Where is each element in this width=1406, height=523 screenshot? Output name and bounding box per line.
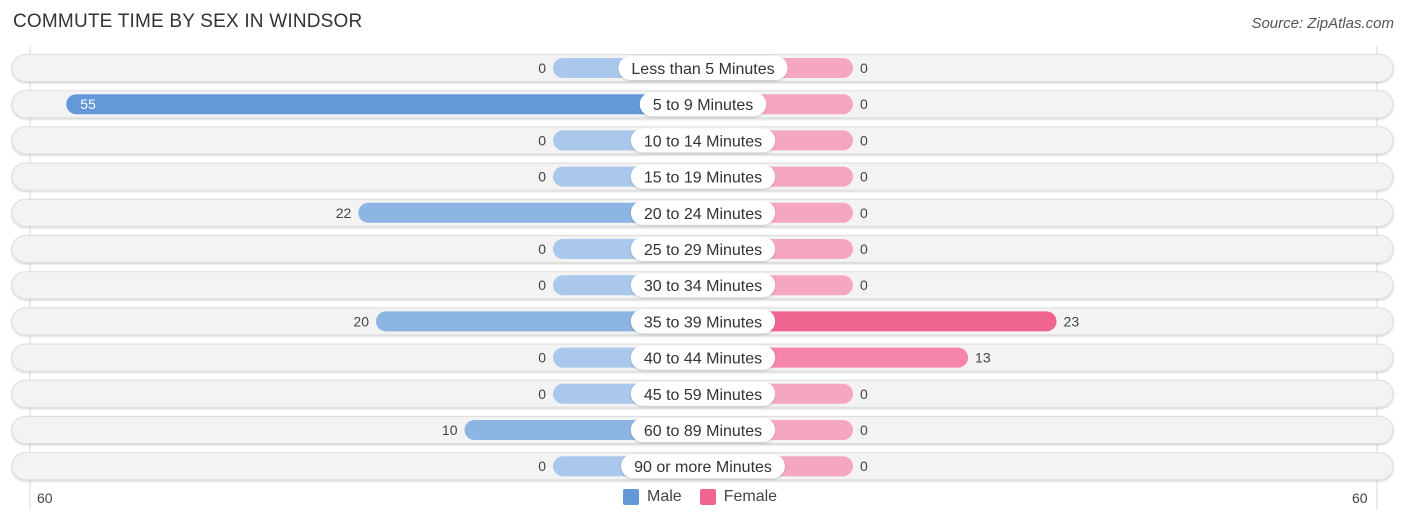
male-value-label: 22: [336, 205, 352, 221]
chart: Less than 5 Minutes 0 0 5 to 9 Minutes 55 0 10…: [11, 46, 1394, 510]
category-label: 20 to 24 Minutes: [644, 206, 762, 223]
legend-item-female: Female: [699, 488, 778, 506]
legend-label-male: Male: [647, 488, 682, 505]
male-value-label: 20: [353, 313, 369, 329]
axis-right-label: 60: [1352, 490, 1368, 506]
category-label: 90 or more Minutes: [634, 459, 772, 476]
male-bar: [66, 94, 703, 115]
male-value-label: 0: [538, 458, 546, 474]
male-value-label: 0: [538, 169, 546, 185]
male-value-label: 0: [538, 386, 546, 402]
category-label: 35 to 39 Minutes: [644, 314, 762, 331]
category-label: 30 to 34 Minutes: [644, 278, 762, 295]
category-label: 45 to 59 Minutes: [644, 387, 762, 404]
category-label: 10 to 14 Minutes: [644, 133, 762, 150]
female-value-label: 13: [975, 350, 991, 366]
category-label: 40 to 44 Minutes: [644, 351, 762, 368]
male-value-label: 0: [538, 277, 546, 293]
female-value-label: 0: [860, 458, 868, 474]
female-value-label: 0: [860, 386, 868, 402]
category-label: 25 to 29 Minutes: [644, 242, 762, 259]
male-value-label: 55: [80, 96, 96, 112]
female-value-label: 0: [860, 422, 868, 438]
female-value-label: 0: [860, 241, 868, 257]
legend: Male Female: [623, 488, 795, 506]
male-value-label: 0: [538, 350, 546, 366]
male-value-label: 0: [538, 60, 546, 76]
male-value-label: 0: [538, 132, 546, 148]
male-value-label: 10: [442, 422, 458, 438]
female-value-label: 0: [860, 60, 868, 76]
female-value-label: 0: [860, 277, 868, 293]
legend-item-male: Male: [623, 488, 682, 506]
category-label: 60 to 89 Minutes: [644, 423, 762, 440]
female-value-label: 0: [860, 169, 868, 185]
legend-swatch-female: [699, 489, 716, 505]
female-value-label: 0: [860, 132, 868, 148]
legend-label-female: Female: [723, 488, 778, 505]
male-value-label: 0: [538, 241, 546, 257]
female-value-label: 0: [860, 96, 868, 112]
category-label: Less than 5 Minutes: [631, 61, 774, 78]
axis-left-label: 60: [37, 490, 53, 506]
female-value-label: 0: [860, 205, 868, 221]
category-label: 5 to 9 Minutes: [653, 97, 754, 114]
category-label: 15 to 19 Minutes: [644, 170, 762, 187]
female-value-label: 23: [1064, 313, 1080, 329]
legend-swatch-male: [623, 489, 639, 505]
